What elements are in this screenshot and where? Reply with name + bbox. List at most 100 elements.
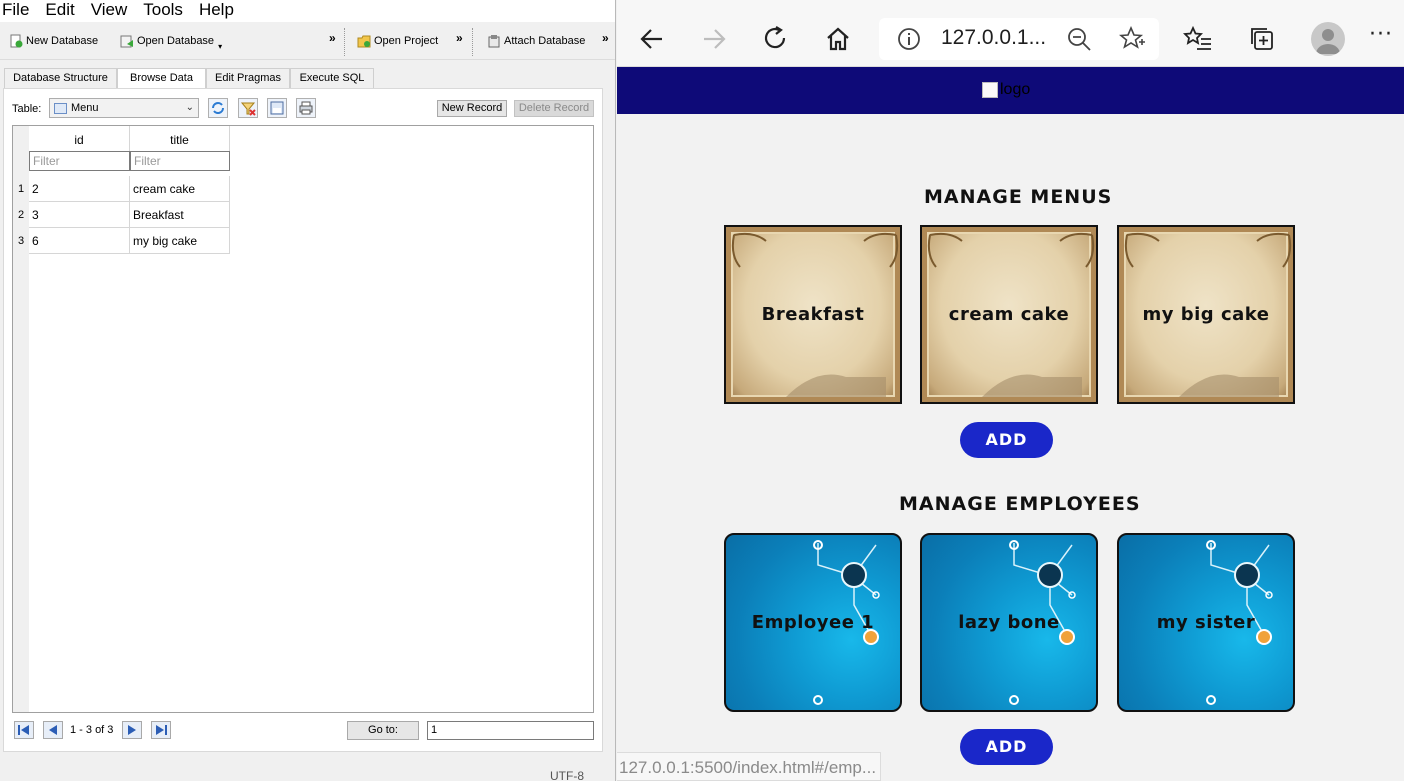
logo-alt-text: logo (1000, 81, 1031, 98)
more-menu-icon[interactable]: ··· (1369, 22, 1393, 47)
delete-record-button[interactable]: Delete Record (514, 100, 594, 117)
main-toolbar: New Database Open Database ▾ » Open Proj… (0, 24, 615, 60)
cell-id[interactable]: 2 (29, 176, 130, 202)
menus-section-title: MANAGE MENUS (924, 186, 1113, 208)
home-icon[interactable] (823, 24, 853, 54)
tab-browse-data[interactable]: Browse Data (117, 68, 206, 89)
menu-tools[interactable]: Tools (141, 0, 183, 22)
cell-title[interactable]: my big cake (130, 228, 230, 254)
first-record-button[interactable] (14, 721, 34, 739)
menu-card[interactable]: my big cake (1117, 225, 1295, 404)
profile-avatar[interactable] (1311, 22, 1345, 56)
info-icon[interactable] (897, 27, 921, 51)
menu-card-label: my big cake (1142, 304, 1270, 325)
collections-icon[interactable] (1247, 24, 1277, 54)
dropdown-arrow-icon[interactable]: ▾ (218, 42, 222, 51)
toolbar-more-chevron[interactable]: » (329, 31, 336, 45)
filter-input-id[interactable]: Filter (29, 151, 130, 171)
browser-window: 127.0.0.1... ··· logo MANAGE MENUS Break… (617, 0, 1404, 781)
favorite-star-icon[interactable] (1119, 26, 1145, 52)
tab-edit-pragmas[interactable]: Edit Pragmas (206, 68, 290, 88)
next-record-button[interactable] (122, 721, 142, 739)
tab-execute-sql[interactable]: Execute SQL (290, 68, 374, 88)
toolbar-more-chevron[interactable]: » (456, 31, 463, 45)
row-number: 1 (13, 176, 29, 202)
cell-title[interactable]: Breakfast (130, 202, 230, 228)
url-text[interactable]: 127.0.0.1... (941, 26, 1046, 50)
employee-card-label: Employee 1 (751, 612, 875, 633)
attach-database-label: Attach Database (504, 35, 586, 47)
forward-icon[interactable] (699, 24, 729, 54)
open-database-button[interactable]: Open Database ▾ (120, 32, 222, 51)
previous-record-button[interactable] (43, 721, 63, 739)
open-project-icon (357, 34, 371, 48)
new-record-button[interactable]: New Record (437, 100, 507, 117)
employee-card[interactable]: my sister (1117, 533, 1295, 712)
table-toolbar: Table: Menu ⌄ New Record Delete Record (12, 98, 597, 120)
refresh-icon[interactable] (761, 24, 791, 54)
column-header-id[interactable]: id (29, 126, 130, 151)
new-database-label: New Database (26, 35, 99, 47)
employee-card[interactable]: lazy bone (920, 533, 1098, 712)
save-table-icon (270, 101, 284, 115)
data-grid[interactable]: id title Filter Filter 1 2 cream cake 2 … (12, 125, 594, 713)
employees-section-title: MANAGE EMPLOYEES (899, 493, 1141, 515)
logo[interactable]: logo (982, 80, 1030, 100)
new-database-button[interactable]: New Database (9, 32, 98, 50)
site-header: logo (617, 67, 1404, 114)
open-database-label: Open Database (137, 35, 215, 47)
refresh-icon (212, 102, 224, 114)
menu-card[interactable]: Breakfast (724, 225, 902, 404)
menu-card-label: Breakfast (761, 304, 865, 325)
record-count: 1 - 3 of 3 (70, 724, 114, 736)
toolbar-separator (344, 28, 345, 56)
add-menu-button[interactable]: ADD (960, 422, 1053, 458)
add-employee-button[interactable]: ADD (960, 729, 1053, 765)
zoom-out-icon[interactable] (1067, 27, 1093, 53)
row-number: 2 (13, 202, 29, 228)
goto-input[interactable]: 1 (427, 721, 594, 740)
status-bar-url: 127.0.0.1:5500/index.html#/emp... (617, 752, 881, 781)
toolbar-more-chevron[interactable]: » (602, 31, 609, 45)
broken-image-icon (982, 82, 998, 98)
menu-view[interactable]: View (89, 0, 128, 22)
table-select[interactable]: Menu ⌄ (49, 98, 199, 118)
browse-data-panel: Table: Menu ⌄ New Record Delete Record i… (3, 88, 603, 752)
employee-card[interactable]: Employee 1 (724, 533, 902, 712)
column-header-title[interactable]: title (130, 126, 230, 151)
clear-filter-icon (240, 102, 256, 116)
goto-button[interactable]: Go to: (347, 721, 419, 740)
delete-record-label: Delete Record (518, 102, 590, 114)
cell-id[interactable]: 3 (29, 202, 130, 228)
cell-id[interactable]: 6 (29, 228, 130, 254)
record-navigation: 1 - 3 of 3 Go to: 1 (12, 721, 597, 741)
table-label: Table: (12, 103, 42, 115)
menu-file[interactable]: File (0, 0, 29, 22)
save-table-button[interactable] (267, 98, 287, 118)
attach-database-icon (487, 34, 501, 48)
tab-database-structure[interactable]: Database Structure (4, 68, 117, 88)
clear-filters-button[interactable] (238, 98, 258, 118)
open-project-button[interactable]: Open Project (357, 32, 438, 50)
menus-grid: Breakfast cream cake my big cake (724, 225, 1296, 404)
filter-input-title[interactable]: Filter (130, 151, 230, 171)
menu-help[interactable]: Help (197, 0, 234, 22)
cell-title[interactable]: cream cake (130, 176, 230, 202)
print-button[interactable] (296, 98, 316, 118)
employee-card-label: lazy bone (958, 612, 1060, 633)
back-icon[interactable] (637, 24, 667, 54)
menu-edit[interactable]: Edit (43, 0, 74, 22)
menu-card[interactable]: cream cake (920, 225, 1098, 404)
table-icon (54, 102, 67, 114)
row-number: 3 (13, 228, 29, 254)
next-record-icon (128, 725, 136, 735)
previous-record-icon (49, 725, 57, 735)
last-record-button[interactable] (151, 721, 171, 739)
address-bar[interactable]: 127.0.0.1... (879, 18, 1159, 60)
employee-card-label: my sister (1156, 612, 1256, 633)
browser-toolbar: 127.0.0.1... ··· (617, 0, 1404, 67)
favorites-icon[interactable] (1183, 24, 1213, 54)
open-project-label: Open Project (374, 35, 439, 47)
attach-database-button[interactable]: Attach Database (487, 32, 585, 50)
refresh-button[interactable] (208, 98, 228, 118)
